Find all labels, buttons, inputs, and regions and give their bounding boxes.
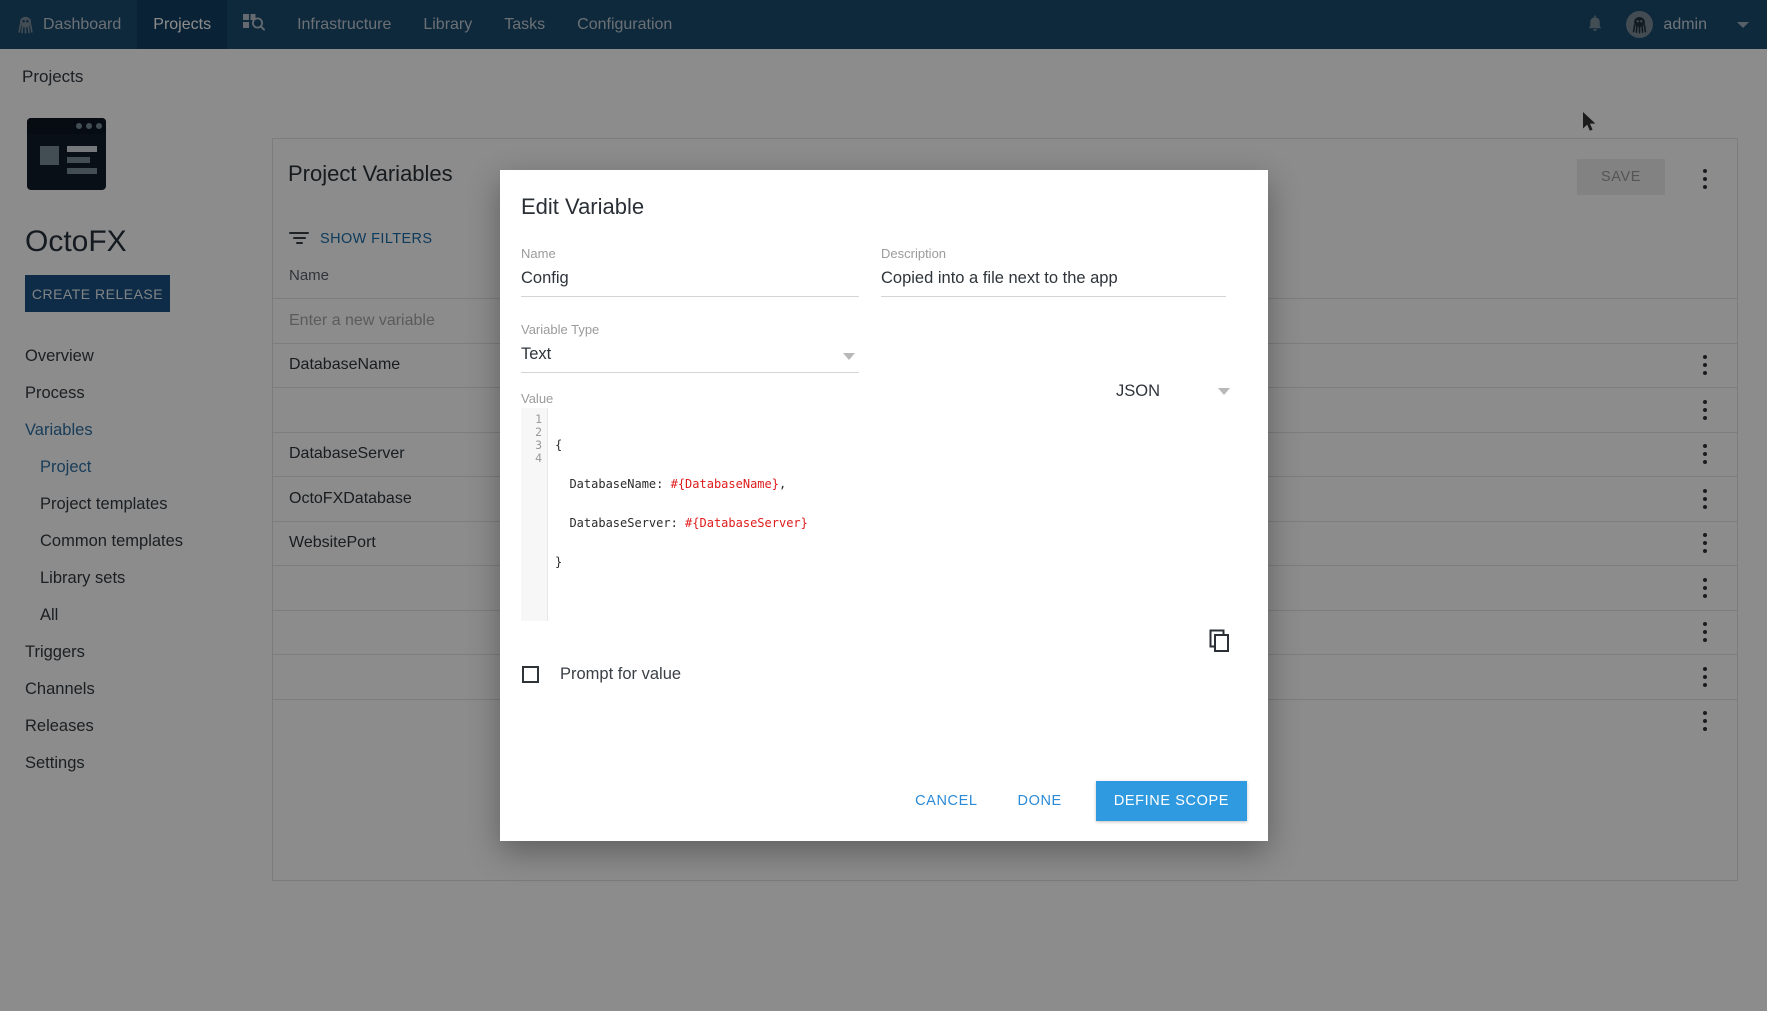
cancel-button[interactable]: CANCEL xyxy=(895,783,997,819)
language-select[interactable]: JSON xyxy=(1050,382,1230,401)
line-number: 4 xyxy=(521,452,542,465)
name-label: Name xyxy=(521,246,859,261)
code-line: DatabaseServer: #{DatabaseServer} xyxy=(555,517,1247,530)
done-button[interactable]: DONE xyxy=(998,783,1082,819)
code-text: , xyxy=(779,477,786,491)
description-label: Description xyxy=(881,246,1226,261)
dialog-actions: CANCEL DONE DEFINE SCOPE xyxy=(895,781,1247,821)
code-line: { xyxy=(555,439,1247,452)
edit-variable-dialog: Edit Variable Name Description Variable … xyxy=(500,170,1268,841)
app-root: Dashboard Projects Infrastructure Librar… xyxy=(0,0,1767,1011)
copy-icon[interactable] xyxy=(1206,628,1232,654)
code-variable-token: #{DatabaseServer} xyxy=(685,516,808,530)
description-field-group: Description xyxy=(881,246,1226,297)
code-text: { xyxy=(555,438,562,452)
description-input[interactable] xyxy=(881,269,1226,297)
prompt-for-value-checkbox[interactable] xyxy=(522,666,539,683)
value-code-editor[interactable]: 1 2 3 4 { DatabaseName: #{DatabaseName},… xyxy=(521,408,1247,621)
variable-type-label: Variable Type xyxy=(521,322,859,337)
prompt-for-value-row: Prompt for value xyxy=(522,665,681,684)
variable-type-group: Variable Type xyxy=(521,322,859,373)
code-text: } xyxy=(555,555,562,569)
editor-line-numbers: 1 2 3 4 xyxy=(521,408,548,621)
code-line: DatabaseName: #{DatabaseName}, xyxy=(555,478,1247,491)
variable-type-value[interactable] xyxy=(521,345,859,373)
name-input[interactable] xyxy=(521,269,859,297)
chevron-down-icon[interactable] xyxy=(1218,388,1230,395)
language-value: JSON xyxy=(1116,382,1160,401)
code-line: } xyxy=(555,556,1247,569)
name-field-group: Name xyxy=(521,246,859,297)
chevron-down-icon[interactable] xyxy=(843,353,855,360)
variable-type-select[interactable] xyxy=(521,345,859,373)
code-text: DatabaseServer: xyxy=(555,516,685,530)
code-text: DatabaseName: xyxy=(555,477,671,491)
code-variable-token: #{DatabaseName} xyxy=(671,477,779,491)
prompt-for-value-label: Prompt for value xyxy=(560,665,681,684)
define-scope-button[interactable]: DEFINE SCOPE xyxy=(1096,781,1247,821)
dialog-title: Edit Variable xyxy=(521,194,644,220)
value-label: Value xyxy=(521,391,553,406)
editor-code-area[interactable]: { DatabaseName: #{DatabaseName}, Databas… xyxy=(548,408,1247,621)
